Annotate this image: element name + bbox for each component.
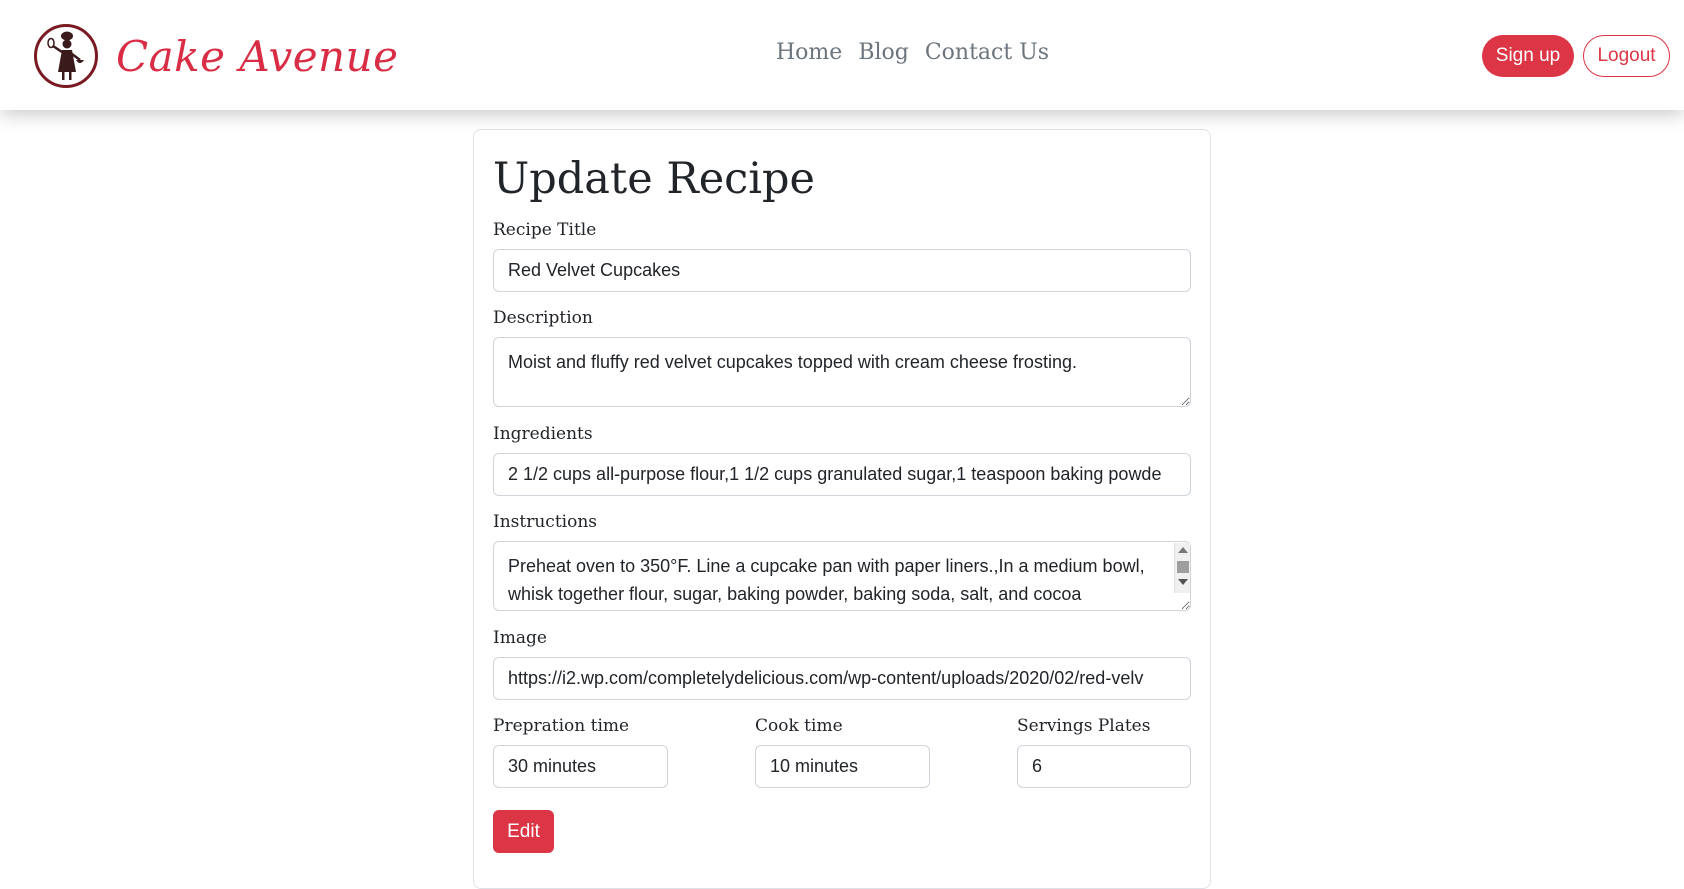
brand-link[interactable]: Cake Avenue [34, 24, 399, 88]
scroll-down-arrow-icon[interactable] [1178, 579, 1188, 585]
description-label: Description [493, 308, 593, 328]
nav-link-home[interactable]: Home [776, 40, 842, 65]
instructions-label: Instructions [493, 512, 597, 532]
description-textarea[interactable]: Moist and fluffy red velvet cupcakes top… [493, 337, 1191, 407]
instructions-scrollbar[interactable] [1174, 543, 1190, 593]
prep-time-label: Prepration time [493, 716, 630, 736]
chef-silhouette-icon [34, 24, 98, 88]
instructions-textarea[interactable]: Preheat oven to 350°F. Line a cupcake pa… [493, 541, 1191, 611]
cook-time-input[interactable] [755, 745, 930, 788]
brand-name: Cake Avenue [116, 31, 399, 81]
ingredients-label: Ingredients [493, 424, 593, 444]
image-url-input[interactable] [493, 657, 1191, 700]
edit-submit-button[interactable]: Edit [493, 810, 554, 853]
servings-label: Servings Plates [1017, 716, 1151, 736]
recipe-title-label: Recipe Title [493, 220, 597, 240]
page-title: Update Recipe [493, 154, 815, 204]
servings-input[interactable] [1017, 745, 1191, 788]
recipe-title-input[interactable] [493, 249, 1191, 292]
nav-link-contact[interactable]: Contact Us [925, 40, 1049, 65]
nav-link-blog[interactable]: Blog [858, 40, 909, 65]
prep-time-input[interactable] [493, 745, 668, 788]
signup-button[interactable]: Sign up [1482, 35, 1574, 77]
scroll-up-arrow-icon[interactable] [1178, 547, 1188, 553]
top-navbar: Cake Avenue Home Blog Contact Us Sign up… [0, 0, 1684, 110]
update-recipe-card: Update Recipe Recipe Title Description M… [473, 129, 1211, 889]
logout-button[interactable]: Logout [1583, 35, 1670, 77]
ingredients-input[interactable] [493, 453, 1191, 496]
main-nav: Home Blog Contact Us [776, 40, 1049, 65]
cook-time-label: Cook time [755, 716, 843, 736]
image-label: Image [493, 628, 547, 648]
scrollbar-thumb[interactable] [1177, 561, 1189, 573]
